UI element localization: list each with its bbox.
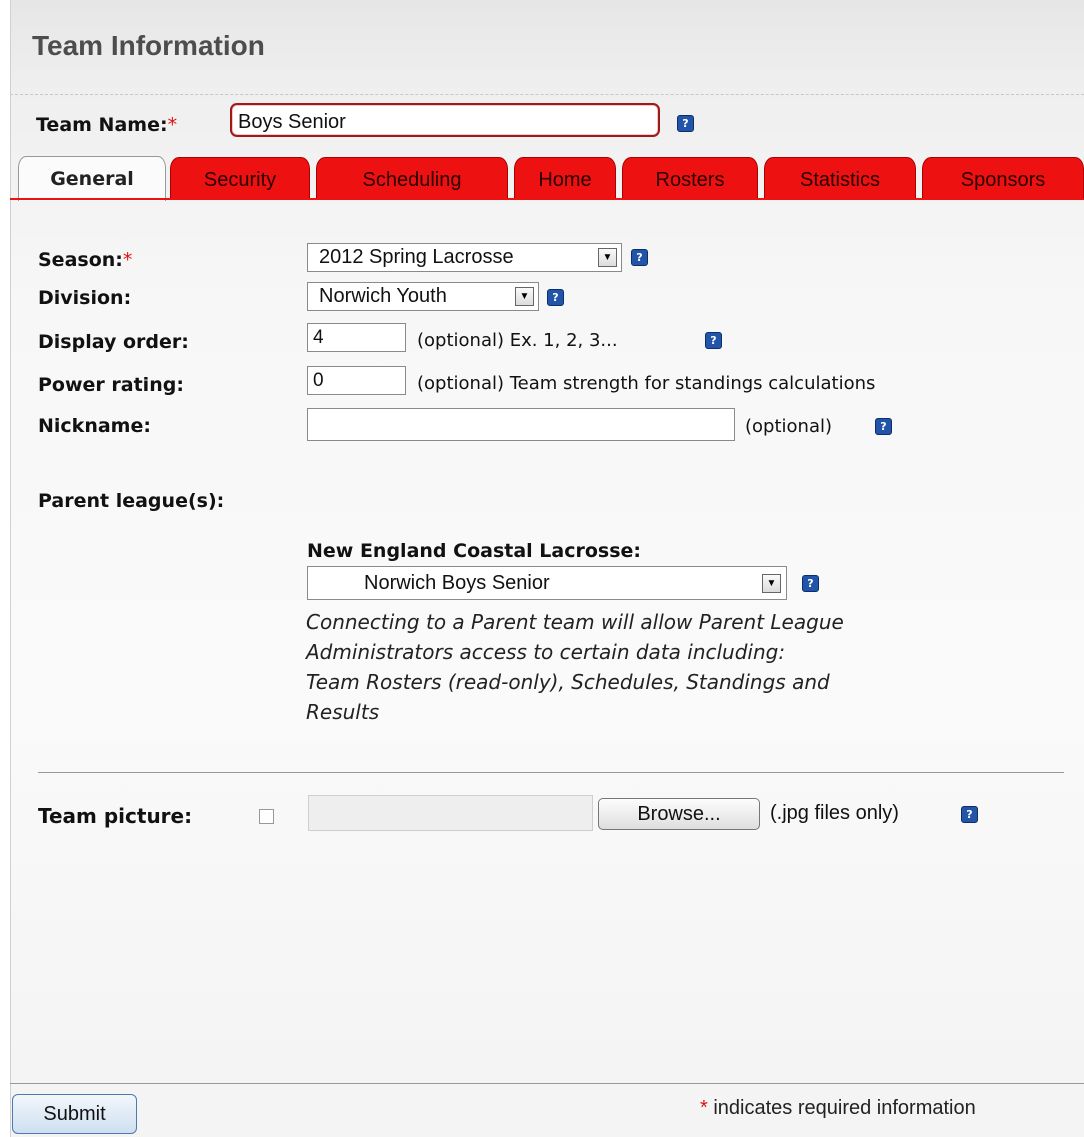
division-select-value: Norwich Youth bbox=[319, 285, 447, 307]
team-name-label-text: Team Name: bbox=[36, 114, 168, 136]
required-asterisk: * bbox=[122, 249, 133, 271]
notice-line: Team Rosters (read-only), Schedules, Sta… bbox=[306, 670, 830, 694]
dropdown-arrow-icon[interactable]: ▼ bbox=[515, 287, 534, 306]
tab-underline bbox=[10, 198, 1084, 200]
footer-divider bbox=[10, 1083, 1084, 1084]
required-asterisk: * bbox=[700, 1097, 708, 1119]
team-picture-file-field[interactable] bbox=[308, 795, 593, 831]
dropdown-arrow-icon[interactable]: ▼ bbox=[762, 574, 781, 593]
help-icon[interactable]: ? bbox=[875, 418, 892, 435]
required-asterisk: * bbox=[167, 114, 178, 136]
team-picture-label: Team picture: bbox=[38, 804, 193, 828]
tab-security[interactable]: Security bbox=[170, 157, 310, 198]
title-divider bbox=[10, 94, 1084, 95]
nickname-input[interactable] bbox=[307, 408, 735, 441]
division-label: Division: bbox=[38, 287, 132, 309]
display-order-label: Display order: bbox=[38, 331, 189, 353]
dropdown-arrow-icon[interactable]: ▼ bbox=[598, 248, 617, 267]
tab-general[interactable]: General bbox=[18, 156, 166, 201]
parent-team-select[interactable]: Norwich Boys Senior ▼ bbox=[307, 566, 787, 600]
page-title: Team Information bbox=[32, 30, 265, 61]
parent-team-select-value: Norwich Boys Senior bbox=[364, 572, 550, 594]
season-label-text: Season: bbox=[38, 249, 123, 271]
season-select-value: 2012 Spring Lacrosse bbox=[319, 246, 514, 268]
season-label: Season:* bbox=[38, 249, 132, 271]
team-picture-note: (.jpg files only) bbox=[770, 802, 899, 824]
help-icon[interactable]: ? bbox=[705, 332, 722, 349]
submit-button[interactable]: Submit bbox=[12, 1094, 137, 1134]
notice-line: Connecting to a Parent team will allow P… bbox=[306, 610, 844, 634]
tab-rosters[interactable]: Rosters bbox=[622, 157, 758, 198]
required-info-note: * indicates required information bbox=[700, 1097, 976, 1120]
display-order-input[interactable]: 4 bbox=[307, 323, 406, 352]
power-rating-input[interactable]: 0 bbox=[307, 366, 406, 395]
notice-line: Administrators access to certain data in… bbox=[306, 640, 786, 664]
tab-statistics[interactable]: Statistics bbox=[764, 157, 916, 198]
power-rating-note: (optional) Team strength for standings c… bbox=[417, 373, 876, 394]
nickname-label: Nickname: bbox=[38, 415, 151, 437]
tab-sponsors[interactable]: Sponsors bbox=[922, 157, 1084, 198]
section-divider bbox=[38, 772, 1064, 773]
tab-scheduling[interactable]: Scheduling bbox=[316, 157, 508, 198]
team-name-input[interactable]: Boys Senior bbox=[230, 103, 660, 137]
parent-leagues-label: Parent league(s): bbox=[38, 490, 225, 512]
season-select[interactable]: 2012 Spring Lacrosse ▼ bbox=[307, 243, 622, 272]
division-select[interactable]: Norwich Youth ▼ bbox=[307, 282, 539, 311]
parent-league-notice: Connecting to a Parent team will allow P… bbox=[306, 607, 1066, 727]
notice-line: Results bbox=[306, 700, 380, 724]
help-icon[interactable]: ? bbox=[631, 249, 648, 266]
team-picture-checkbox[interactable] bbox=[259, 809, 274, 824]
nickname-note: (optional) bbox=[745, 416, 832, 437]
help-icon[interactable]: ? bbox=[961, 806, 978, 823]
help-icon[interactable]: ? bbox=[677, 115, 694, 132]
parent-league-name: New England Coastal Lacrosse: bbox=[307, 540, 642, 562]
browse-button[interactable]: Browse... bbox=[598, 798, 760, 830]
tab-home[interactable]: Home bbox=[514, 157, 616, 198]
team-name-label: Team Name:* bbox=[36, 114, 177, 136]
help-icon[interactable]: ? bbox=[547, 289, 564, 306]
power-rating-label: Power rating: bbox=[38, 374, 184, 396]
display-order-note: (optional) Ex. 1, 2, 3... bbox=[417, 330, 618, 351]
required-info-text: indicates required information bbox=[713, 1097, 976, 1119]
help-icon[interactable]: ? bbox=[802, 575, 819, 592]
